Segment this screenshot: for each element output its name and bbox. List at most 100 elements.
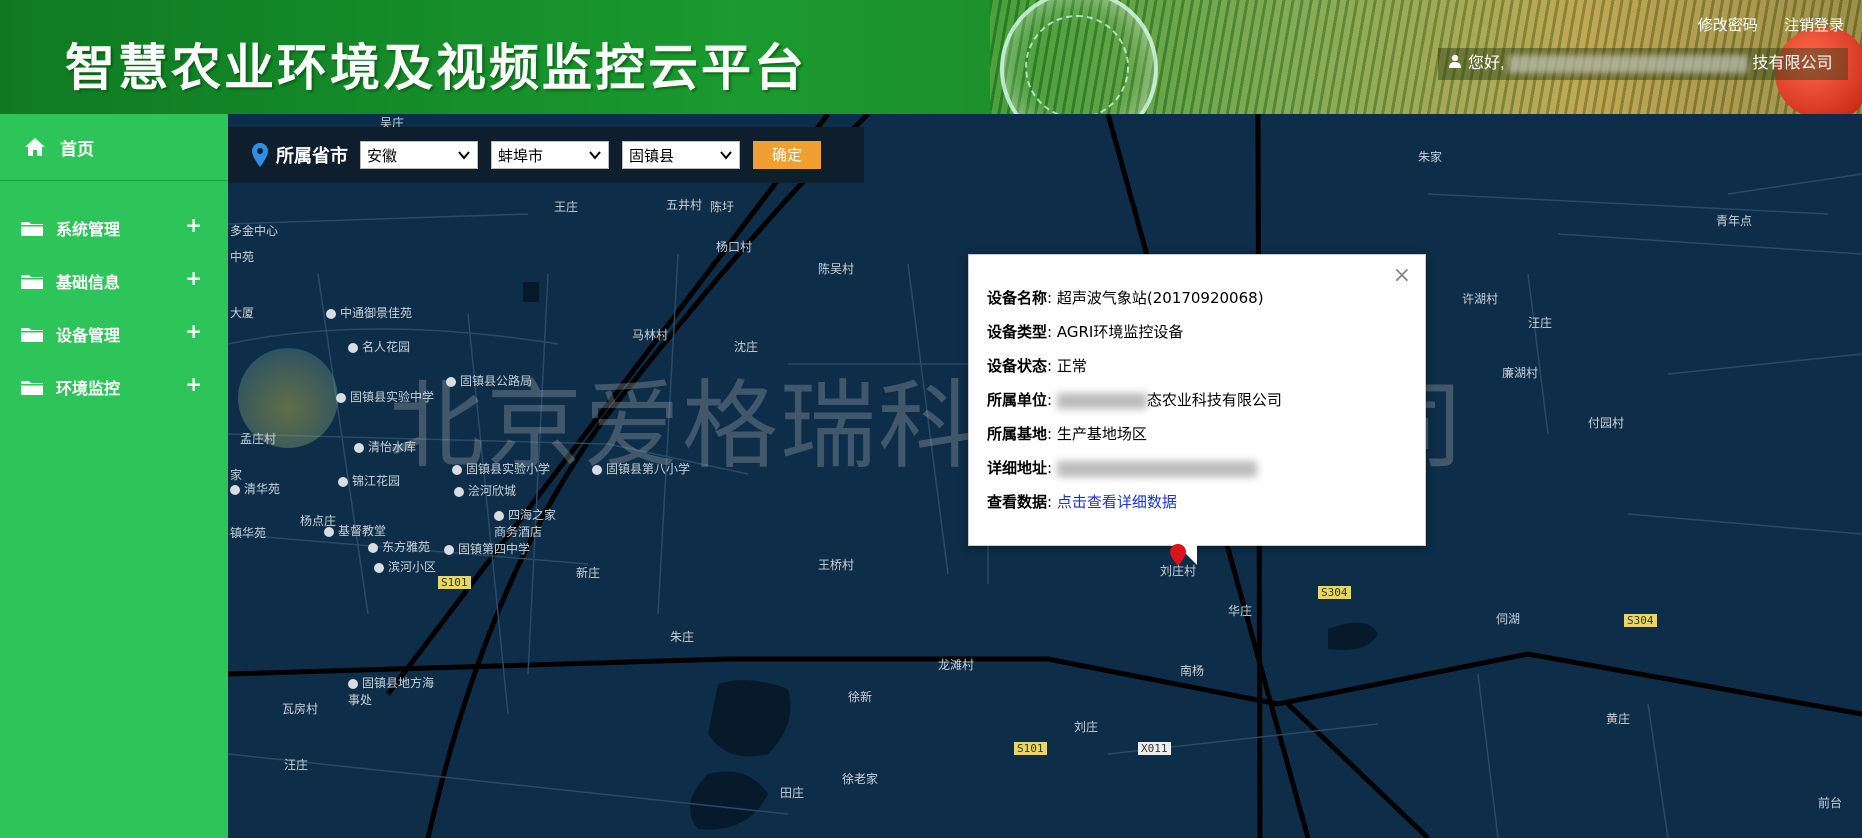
location-pin-icon bbox=[252, 143, 268, 167]
chevron-down-icon bbox=[457, 142, 471, 179]
map-place-label: 徐新 bbox=[848, 690, 873, 704]
confirm-button[interactable]: 确定 bbox=[753, 141, 821, 169]
field-label: 所属基地 bbox=[987, 425, 1048, 443]
map-poi-label[interactable]: 四海之家商务酒店 bbox=[494, 506, 564, 540]
map-poi-label[interactable]: 固镇第四中学 bbox=[444, 540, 530, 557]
map-poi-label[interactable]: 清华苑 bbox=[230, 480, 280, 497]
sidebar-item-label: 环境监控 bbox=[56, 378, 121, 398]
map-place-label: 朱家 bbox=[1418, 150, 1443, 164]
map-poi-label[interactable]: 固镇县公路局 bbox=[446, 372, 532, 389]
map-place-label: 青年点 bbox=[1716, 214, 1753, 228]
province-select[interactable]: 安徽 bbox=[360, 141, 478, 169]
redacted-address bbox=[1056, 460, 1257, 477]
map-poi-label[interactable]: 固镇县实验中学 bbox=[336, 388, 434, 405]
change-password-link[interactable]: 修改密码 bbox=[1698, 17, 1758, 34]
user-greeting-bar: 您好, 技有限公司 bbox=[1438, 48, 1848, 80]
city-select[interactable]: 蚌埠市 bbox=[491, 141, 609, 169]
map-poi-label[interactable]: 东方雅苑 bbox=[368, 538, 430, 555]
sidebar-item-label: 基础信息 bbox=[56, 272, 121, 292]
map-place-label: 新庄 bbox=[576, 566, 601, 580]
map-place-label: 南杨 bbox=[1180, 664, 1205, 678]
map-place-label: 孟庄村 bbox=[240, 432, 277, 446]
county-select[interactable]: 固镇县 bbox=[622, 141, 740, 169]
map-place-label: 陈吴村 bbox=[818, 262, 855, 276]
colon: : bbox=[1047, 357, 1053, 375]
sidebar-item-basic-info[interactable]: 基础信息 + bbox=[0, 254, 228, 307]
road-shield: S101 bbox=[438, 576, 471, 589]
map-poi-label[interactable]: 浍河欣城 bbox=[454, 482, 516, 499]
device-location-marker[interactable] bbox=[1170, 544, 1186, 566]
device-status-value: 正常 bbox=[1056, 357, 1087, 375]
folder-icon bbox=[21, 380, 43, 395]
colon: : bbox=[1047, 323, 1053, 341]
home-icon bbox=[25, 138, 45, 156]
map-poi-label[interactable]: 清怡水库 bbox=[354, 438, 416, 455]
sidebar-home-label: 首页 bbox=[60, 139, 94, 160]
folder-icon bbox=[21, 274, 43, 289]
folder-icon bbox=[21, 327, 43, 342]
colon: : bbox=[1047, 425, 1053, 443]
map-poi-label[interactable]: 滨河小区 bbox=[374, 558, 436, 575]
map-poi-label[interactable]: 基督教堂 bbox=[324, 522, 386, 539]
sidebar-item-label: 设备管理 bbox=[56, 325, 121, 345]
map-poi-label[interactable]: 中通御景佳苑 bbox=[326, 304, 412, 321]
logout-link[interactable]: 注销登录 bbox=[1784, 17, 1844, 34]
company-suffix: 技有限公司 bbox=[1752, 55, 1833, 73]
map-place-label: 朱庄 bbox=[670, 630, 695, 644]
close-icon[interactable]: × bbox=[1393, 263, 1411, 288]
sidebar-item-home[interactable]: 首页 bbox=[0, 114, 228, 181]
map-place-label: 徐老家 bbox=[842, 772, 879, 786]
county-value: 固镇县 bbox=[629, 147, 675, 165]
map-place-label: 沈庄 bbox=[734, 340, 759, 354]
expand-plus-icon[interactable]: + bbox=[185, 266, 202, 290]
base-row: 所属基地: 生产基地场区 bbox=[987, 423, 1147, 444]
colon: : bbox=[1047, 289, 1053, 307]
device-info-popup: × 设备名称: 超声波气象站(20170920068) 设备类型: AGRI环境… bbox=[968, 254, 1426, 565]
map-place-label: 多金中心 bbox=[230, 224, 279, 238]
road-shield: S101 bbox=[1014, 742, 1047, 755]
view-data-row: 查看数据: 点击查看详细数据 bbox=[987, 491, 1177, 512]
sidebar: 首页 系统管理 + 基础信息 + 设备管理 + 环境监控 + bbox=[0, 114, 228, 838]
road-shield: X011 bbox=[1138, 742, 1171, 755]
map-poi-label[interactable]: 固镇县地方海事处 bbox=[348, 674, 438, 708]
map-place-label: 五井村 bbox=[666, 198, 703, 212]
chevron-down-icon bbox=[588, 142, 602, 179]
map-place-label: 许湖村 bbox=[1462, 292, 1499, 306]
colon: : bbox=[1047, 459, 1053, 477]
map-place-label: 马林村 bbox=[632, 328, 669, 342]
map-place-label: 大厦 bbox=[230, 306, 255, 320]
top-links: 修改密码 注销登录 bbox=[1676, 14, 1844, 35]
expand-plus-icon[interactable]: + bbox=[185, 213, 202, 237]
redacted-user-name bbox=[1508, 55, 1749, 73]
city-value: 蚌埠市 bbox=[498, 147, 544, 165]
region-filter-bar: 所属省市 安徽 蚌埠市 固镇县 确定 bbox=[228, 127, 864, 183]
redacted-unit bbox=[1056, 392, 1147, 409]
map-place-label: 镇华苑 bbox=[230, 526, 267, 540]
expand-plus-icon[interactable]: + bbox=[185, 319, 202, 343]
map-place-label: 王庄 bbox=[554, 200, 579, 214]
map-poi-label[interactable]: 固镇县实验小学 bbox=[452, 460, 550, 477]
header-tech-circle-inner bbox=[1025, 15, 1129, 114]
map-place-label: 杨口村 bbox=[716, 240, 753, 254]
address-row: 详细地址: bbox=[987, 457, 1257, 478]
chevron-down-icon bbox=[719, 142, 733, 179]
sidebar-item-label: 系统管理 bbox=[56, 219, 121, 239]
field-label: 所属单位 bbox=[987, 391, 1048, 409]
map-place-label: 中苑 bbox=[230, 250, 255, 264]
colon: : bbox=[1047, 493, 1053, 511]
field-label: 设备类型 bbox=[987, 323, 1048, 341]
greeting-text: 您好, bbox=[1468, 55, 1505, 73]
sidebar-item-environment-monitoring[interactable]: 环境监控 + bbox=[0, 360, 228, 413]
view-detail-data-link[interactable]: 点击查看详细数据 bbox=[1057, 493, 1177, 511]
map-poi-label[interactable]: 锦江花园 bbox=[338, 472, 400, 489]
field-label: 设备状态 bbox=[987, 357, 1048, 375]
sidebar-item-device-management[interactable]: 设备管理 + bbox=[0, 307, 228, 360]
map-poi-label[interactable]: 名人花园 bbox=[348, 338, 410, 355]
device-type-row: 设备类型: AGRI环境监控设备 bbox=[987, 321, 1183, 342]
folder-icon bbox=[21, 221, 43, 236]
expand-plus-icon[interactable]: + bbox=[185, 372, 202, 396]
map-poi-label[interactable]: 固镇县第八小学 bbox=[592, 460, 690, 477]
device-type-value: AGRI环境监控设备 bbox=[1056, 323, 1184, 341]
app-title: 智慧农业环境及视频监控云平台 bbox=[65, 39, 807, 97]
sidebar-item-system-management[interactable]: 系统管理 + bbox=[0, 201, 228, 254]
